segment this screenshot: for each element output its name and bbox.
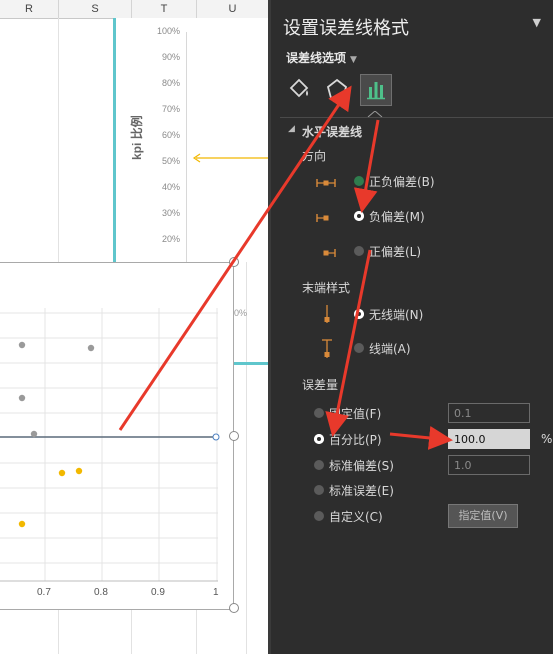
spreadsheet-area[interactable]: R S T U 100% 90% 80% 70% 60% 50% 40% 30%… [0, 0, 268, 654]
radio-minus[interactable] [354, 211, 364, 221]
option-fixed-value[interactable]: 固定值(F) [329, 405, 381, 422]
y-tick-label: 100% [156, 26, 180, 36]
partial-percent-label: 0% [234, 308, 248, 318]
radio-custom[interactable] [314, 511, 324, 521]
scatter-plot-area [0, 308, 220, 582]
option-no-cap[interactable]: 无线端(N) [369, 306, 423, 323]
y-tick-label: 80% [161, 78, 180, 88]
error-amount-heading: 误差量 [302, 378, 339, 392]
radio-both[interactable] [354, 176, 364, 186]
y-tick-label: 40% [161, 182, 180, 192]
effects-pentagon-icon[interactable] [322, 74, 352, 104]
y-tick-label: 20% [161, 234, 180, 244]
x-tick-label: 0.7 [37, 587, 51, 598]
option-both[interactable]: 正负偏差(B) [369, 173, 435, 190]
std-dev-input[interactable]: 1.0 [448, 455, 530, 475]
fill-line-icon[interactable] [284, 74, 314, 104]
scatter-chart[interactable] [0, 262, 234, 610]
chart-resize-handle[interactable] [229, 431, 239, 441]
option-standard-deviation[interactable]: 标准偏差(S) [329, 457, 394, 474]
bar-chart-options-icon[interactable] [360, 74, 392, 106]
options-tab-label: 误差线选项 [286, 51, 347, 65]
chevron-down-icon: ▼ [350, 55, 357, 65]
column-header-r[interactable]: R [0, 0, 59, 19]
column-header-u[interactable]: U [197, 0, 268, 19]
plus-direction-icon [323, 249, 336, 257]
format-error-bars-panel[interactable]: 设置误差线格式 ▼ 误差线选项 ▼ ◢ 水平误差线 方向 正负偏差(B) 负偏差… [268, 0, 553, 654]
fixed-value-input[interactable]: 0.1 [448, 403, 530, 423]
panel-menu-dropdown-icon[interactable]: ▼ [533, 16, 541, 29]
radio-standard-deviation[interactable] [314, 460, 324, 470]
direction-heading: 方向 [302, 149, 327, 163]
panel-edge [268, 0, 271, 654]
y-tick-label: 30% [161, 208, 180, 218]
specify-value-button[interactable]: 指定值(V) [448, 504, 518, 528]
y-tick-label: 70% [161, 104, 180, 114]
option-standard-error[interactable]: 标准误差(E) [329, 482, 394, 499]
percent-unit: % [541, 432, 553, 446]
cap-icon [322, 339, 332, 358]
option-plus[interactable]: 正偏差(L) [369, 243, 421, 260]
option-custom[interactable]: 自定义(C) [329, 508, 383, 525]
y-tick-label: 60% [161, 130, 180, 140]
no-cap-icon [324, 305, 330, 323]
x-tick-label: 0.9 [151, 587, 165, 598]
option-percentage[interactable]: 百分比(P) [329, 431, 382, 448]
bar-chart-icon [367, 82, 385, 100]
x-tick-label: 0.8 [94, 587, 108, 598]
column-header-t[interactable]: T [132, 0, 197, 19]
radio-cap[interactable] [354, 343, 364, 353]
minus-direction-icon [316, 214, 329, 222]
x-tick-label: 1 [213, 587, 219, 598]
radio-fixed-value[interactable] [314, 408, 324, 418]
option-cap[interactable]: 线端(A) [369, 340, 411, 357]
y-tick-label: 90% [161, 52, 180, 62]
collapse-triangle-icon[interactable]: ◢ [288, 124, 295, 134]
percentage-input[interactable]: 100.0 [448, 429, 530, 449]
y-axis-ticks: 100% 90% 80% 70% 60% 50% 40% 30% 20% [116, 18, 180, 262]
radio-percentage[interactable] [314, 434, 324, 444]
radio-standard-error[interactable] [314, 485, 324, 495]
chart-resize-handle[interactable] [229, 603, 239, 613]
end-style-heading: 末端样式 [302, 281, 351, 295]
teal-border [234, 362, 268, 365]
radio-plus[interactable] [354, 246, 364, 256]
section-horizontal-error-bar[interactable]: 水平误差线 [302, 123, 362, 140]
chart-resize-handle[interactable] [229, 257, 239, 267]
yellow-arrow [192, 153, 268, 163]
y-axis-line [186, 32, 187, 262]
both-direction-icon [316, 179, 336, 187]
column-header-s[interactable]: S [59, 0, 132, 19]
option-minus[interactable]: 负偏差(M) [369, 208, 425, 225]
panel-divider [280, 117, 553, 118]
kpi-axis-title: kpi 比例 [130, 115, 144, 160]
y-tick-label: 50% [161, 156, 180, 166]
panel-title: 设置误差线格式 [283, 18, 409, 39]
radio-no-cap[interactable] [354, 309, 364, 319]
error-bar-options-tab[interactable]: 误差线选项 ▼ [286, 49, 357, 66]
